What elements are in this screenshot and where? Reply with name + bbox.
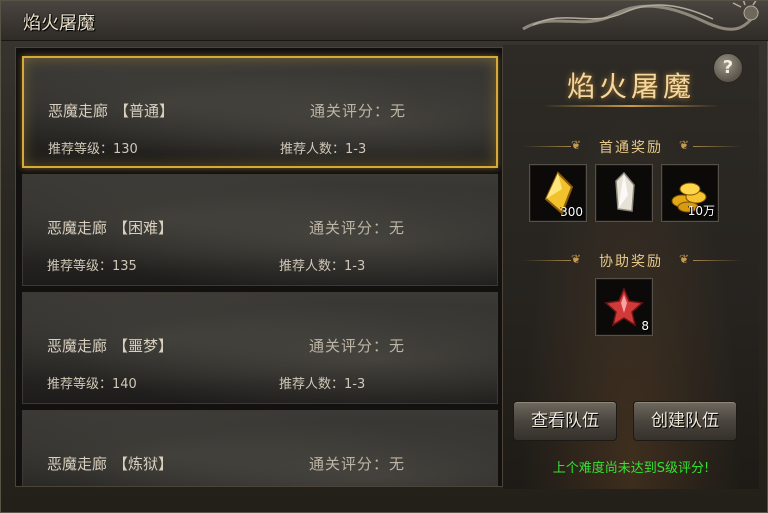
create-team-button[interactable]: 创建队伍 [633,401,737,441]
window-title: 焰火屠魔 [23,13,95,34]
recommended-players: 推荐人数：1-3 [280,142,367,157]
level-name: 恶魔走廊 【噩梦】 [47,337,174,355]
reward-slot-red-star[interactable]: 8 [595,278,653,336]
level-name: 恶魔走廊 【普通】 [48,102,175,120]
reward-count: 8 [641,319,649,333]
clear-score: 通关评分：无 [309,219,406,237]
divider-right [693,146,741,147]
first-clear-reward-title: 首通奖励 [599,140,663,156]
clear-score: 通关评分：无 [309,455,406,473]
red-star-icon [604,287,644,327]
dungeon-window: 焰火屠魔 恶魔走廊 【普通】 通关评分：无 推荐等级：130 推荐人数：1-3 恶… [0,0,768,513]
recommended-level: 推荐等级：140 [47,377,137,392]
view-team-button[interactable]: 查看队伍 [513,401,617,441]
reward-count: 300 [560,205,583,219]
level-card-normal[interactable]: 恶魔走廊 【普通】 通关评分：无 推荐等级：130 推荐人数：1-3 [22,56,498,168]
crystal-shard-icon [615,171,635,212]
recommended-players: 推荐人数：1-3 [279,377,366,392]
clear-score: 通关评分：无 [310,102,407,120]
level-name: 恶魔走廊 【困难】 [47,219,174,237]
reward-count: 10万 [687,204,715,218]
level-name: 恶魔走廊 【炼狱】 [47,455,174,473]
level-difficulty: 【普通】 [114,102,175,120]
difficulty-hint: 上个难度尚未达到S级评分! [552,461,710,476]
boss-title: 焰火屠魔 [566,70,695,103]
level-card-hard[interactable]: 恶魔走廊 【困难】 通关评分：无 推荐等级：135 推荐人数：1-3 [22,174,498,286]
clear-score: 通关评分：无 [309,337,406,355]
dragon-ornament-icon [522,1,760,31]
recommended-level: 推荐等级：130 [48,142,138,157]
reward-slot-yellow-gem[interactable]: 300 [529,164,587,222]
level-difficulty: 【困难】 [113,219,174,237]
recommended-players: 推荐人数：1-3 [279,259,366,274]
reward-slot-crystal[interactable] [595,164,653,222]
curl-ornament-icon: ❦ [679,138,690,152]
title-bar[interactable]: 焰火屠魔 [1,1,768,41]
level-difficulty: 【炼狱】 [113,455,174,473]
curl-ornament-icon: ❦ [679,252,690,266]
level-list[interactable]: 恶魔走廊 【普通】 通关评分：无 推荐等级：130 推荐人数：1-3 恶魔走廊 【困… [15,47,503,487]
boss-info-panel: ? 焰火屠魔 ❦ 首通奖励 ❦ 300 10万 ❦ 协助奖励 ❦ 8 查看队伍 … [503,45,759,489]
reward-slot-gold[interactable]: 10万 [661,164,719,222]
recommended-level: 推荐等级：135 [47,259,137,274]
level-difficulty: 【噩梦】 [113,337,174,355]
divider-right [693,260,741,261]
assist-reward-title: 协助奖励 [599,254,663,270]
level-card-nightmare[interactable]: 恶魔走廊 【噩梦】 通关评分：无 推荐等级：140 推荐人数：1-3 [22,292,498,404]
title-divider [543,105,719,107]
level-card-purgatory[interactable]: 恶魔走廊 【炼狱】 通关评分：无 [22,410,498,486]
